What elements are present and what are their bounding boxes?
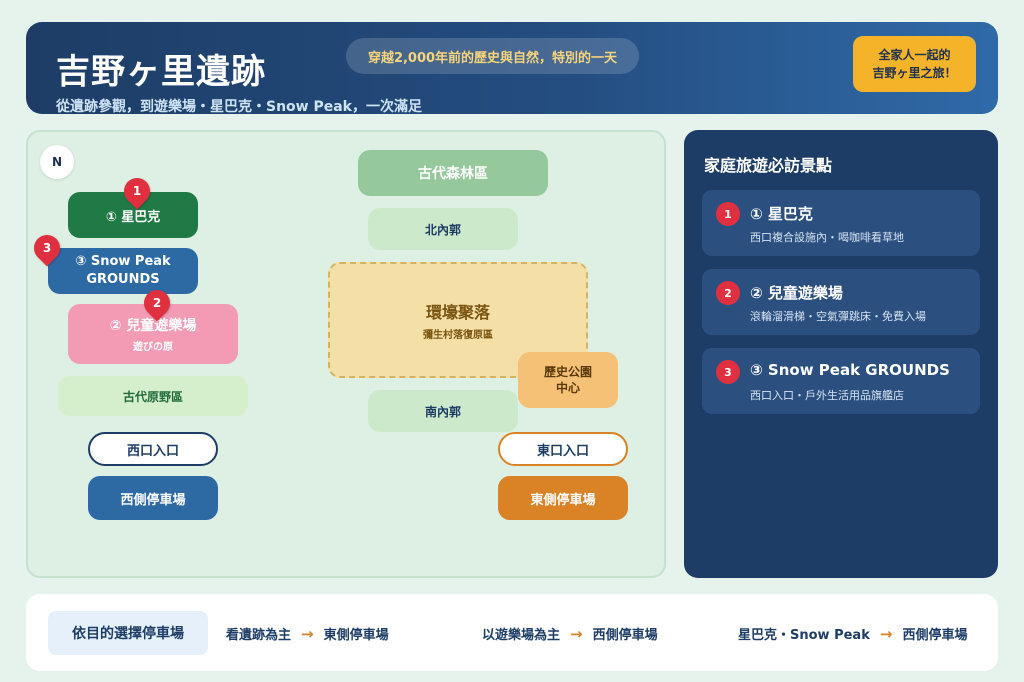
spot-name: ③ Snow Peak GROUNDS: [750, 361, 950, 379]
rule-parking-lot: 東側停車場: [323, 628, 389, 643]
rule-parking-lot: 西側停車場: [902, 628, 968, 643]
west-gate-entrance: 西口入口: [88, 432, 218, 466]
spot-number-badge: 2: [716, 281, 740, 305]
zone-south-inner: 南內郭: [368, 390, 518, 432]
zone-ancient-forest: 古代森林區: [358, 150, 548, 196]
pin-3-number: 3: [42, 241, 52, 255]
moat-village-sublabel: 彌生村落復原區: [423, 330, 493, 341]
spot-description: 西口複合設施內・喝咖啡看草地: [750, 231, 904, 244]
history-center-line-1: 歷史公園: [543, 365, 592, 379]
spot-description: 滾輪溜滑梯・空氣彈跳床・免費入場: [750, 310, 926, 323]
badge-line-1: 全家人一起的: [878, 48, 951, 62]
east-parking-lot: 東側停車場: [498, 476, 628, 520]
map-pin-icon-2: 2: [138, 284, 176, 322]
parking-guide-label: 依目的選擇停車場: [48, 611, 208, 655]
parking-rule: 看遺跡為主 → 東側停車場: [226, 624, 389, 644]
pin-1-number: 1: [132, 184, 142, 198]
moat-village-label: 環壕聚落: [425, 303, 490, 322]
family-trip-badge: 全家人一起的 吉野ヶ里之旅！: [853, 36, 976, 92]
zone-north-inner: 北內郭: [368, 208, 518, 250]
snowpeak-line-1: ③ Snow Peak: [75, 254, 171, 269]
parking-rule: 以遊樂場為主 → 西側停車場: [482, 624, 658, 644]
map-pin-icon-3: 3: [28, 229, 66, 267]
west-parking-lot: 西側停車場: [88, 476, 218, 520]
spot-card-playground: 2 ② 兒童遊樂場 滾輪溜滑梯・空氣彈跳床・免費入場: [702, 269, 980, 335]
north-compass-icon: N: [40, 145, 74, 179]
tagline-pill: 穿越2,000年前的歷史與自然，特別的一天: [346, 38, 639, 74]
spot-card-starbucks: 1 ① 星巴克 西口複合設施內・喝咖啡看草地: [702, 190, 980, 256]
map-pin-icon-1: 1: [118, 172, 156, 210]
zone-history-park-center: 歷史公園 中心: [518, 352, 618, 408]
spot-card-snowpeak: 3 ③ Snow Peak GROUNDS 西口入口・戶外生活用品旗艦店: [702, 348, 980, 414]
arrow-right-icon: →: [301, 624, 314, 643]
rule-parking-lot: 西側停車場: [592, 628, 658, 643]
badge-line-2: 吉野ヶ里之旅！: [872, 66, 957, 80]
playground-sublabel: 遊びの原: [133, 342, 173, 353]
east-gate-entrance: 東口入口: [498, 432, 628, 466]
arrow-right-icon: →: [879, 624, 893, 643]
arrow-right-icon: →: [570, 624, 583, 643]
rule-purpose: 看遺跡為主: [226, 628, 292, 643]
spot-number-badge: 3: [716, 360, 740, 384]
snowpeak-line-2: GROUNDS: [86, 272, 160, 287]
zone-snowpeak-grounds: ③ Snow Peak GROUNDS: [48, 248, 198, 294]
rule-purpose: 以遊樂場為主: [482, 628, 561, 643]
spot-number-badge: 1: [716, 202, 740, 226]
pin-2-number: 2: [152, 296, 162, 310]
page-title: 吉野ヶ里遺跡: [56, 52, 266, 92]
history-center-line-2: 中心: [555, 381, 580, 395]
must-visit-title: 家庭旅遊必訪景點: [704, 156, 833, 175]
spot-name: ② 兒童遊樂場: [750, 284, 843, 302]
page-subtitle: 從遺跡參觀，到遊樂場・星巴克・Snow Peak，一次滿足: [56, 99, 422, 115]
parking-rule: 星巴克・Snow Peak → 西側停車場: [738, 624, 968, 644]
zone-ancient-plain: 古代原野區: [58, 376, 248, 416]
spot-name: ① 星巴克: [750, 205, 813, 223]
spot-description: 西口入口・戶外生活用品旗艦店: [750, 389, 904, 402]
rule-purpose: 星巴克・Snow Peak: [738, 628, 870, 643]
